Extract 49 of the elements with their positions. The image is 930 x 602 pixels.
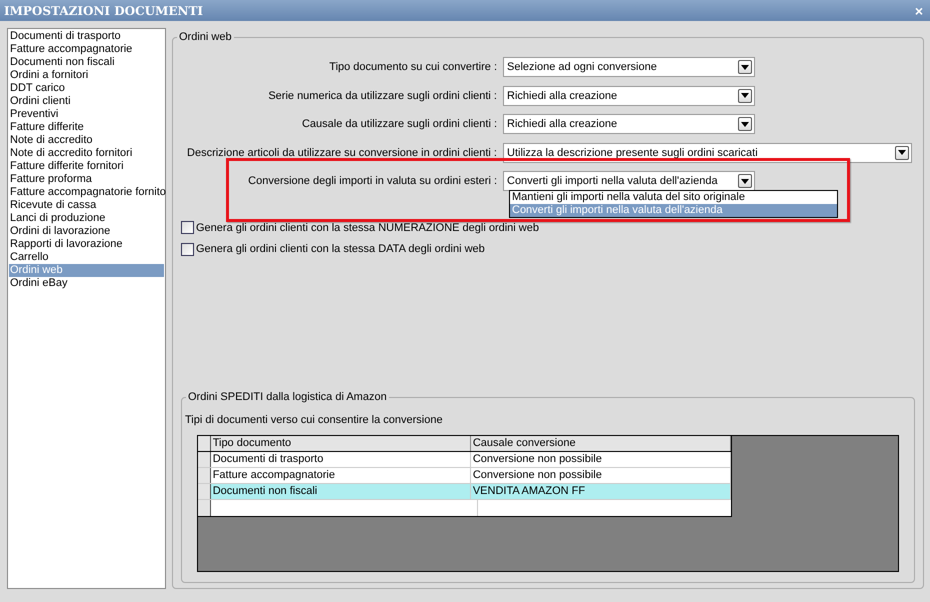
sidebar-item[interactable]: Lanci di produzione xyxy=(9,212,164,225)
row-indicator xyxy=(198,468,211,483)
table-cell: VENDITA AMAZON FF xyxy=(470,484,731,499)
checkbox[interactable] xyxy=(181,242,194,256)
sidebar-item[interactable]: DDT carico xyxy=(9,82,164,95)
sidebar-item[interactable]: Carrello xyxy=(9,251,164,264)
checkbox[interactable] xyxy=(181,221,194,234)
row-indicator xyxy=(198,484,211,499)
column-header: Tipo documento xyxy=(210,436,471,451)
field-label: Causale da utilizzare sugli ordini clienti : xyxy=(300,117,498,132)
dropdown-field[interactable]: Selezione ad ogni conversione xyxy=(503,57,755,78)
sidebar-item[interactable]: Preventivi xyxy=(9,108,164,121)
dropdown-field[interactable]: Converti gli importi nella valuta dell'azienda xyxy=(503,171,755,192)
field-label: Tipo documento su cui convertire : xyxy=(328,60,498,75)
table-cell: Conversione non possibile xyxy=(470,452,731,467)
table-cell: Documenti non fiscali xyxy=(210,484,471,499)
group-title: Ordini SPEDITI dalla logistica di Amazon xyxy=(186,390,389,404)
sidebar-item[interactable]: Fatture proforma xyxy=(9,173,164,186)
column-header: Causale conversione xyxy=(470,436,731,451)
sidebar-item[interactable]: Fatture differite xyxy=(9,121,164,134)
checkbox-label: Genera gli ordini clienti con la stessa NUMERAZIONE degli ordini web xyxy=(196,220,539,236)
table-cell: Fatture accompagnatorie xyxy=(210,468,471,483)
sidebar-item[interactable]: Fatture accompagnatorie xyxy=(9,43,164,56)
sidebar-item[interactable]: Rapporti di lavorazione xyxy=(9,238,164,251)
dropdown-option[interactable]: Mantieni gli importi nella valuta del sito originale xyxy=(510,191,837,204)
table-row[interactable]: Documenti non fiscali VENDITA AMAZON FF xyxy=(198,484,731,500)
sidebar-item[interactable]: Ricevute di cassa xyxy=(9,199,164,212)
sidebar-item[interactable]: Note di accredito xyxy=(9,134,164,147)
sidebar-item[interactable]: Ordini eBay xyxy=(9,277,164,290)
table-cell: Conversione non possibile xyxy=(470,468,731,483)
sidebar-item[interactable]: Documenti non fiscali xyxy=(9,56,164,69)
sidebar-item[interactable]: Documenti di trasporto xyxy=(9,30,164,43)
row-indicator xyxy=(198,500,211,516)
sidebar-item[interactable]: Fatture differite fornitori xyxy=(9,160,164,173)
field-label: Serie numerica da utilizzare sugli ordini clienti : xyxy=(267,88,498,104)
table-row[interactable]: Documenti di trasporto Conversione non possibile xyxy=(198,452,731,468)
sidebar-item[interactable]: Ordini clienti xyxy=(9,95,164,108)
field-label: Conversione degli importi in valuta su ordini esteri : xyxy=(247,174,498,189)
dropdown-field[interactable]: Richiedi alla creazione xyxy=(503,86,755,106)
window-title: IMPOSTAZIONI DOCUMENTI xyxy=(4,2,204,20)
field-label: Descrizione articoli da utilizzare su conversione in ordini clienti : xyxy=(186,146,498,160)
sidebar-item[interactable]: Ordini a fornitori xyxy=(9,69,164,82)
checkbox-label: Genera gli ordini clienti con la stessa DATA degli ordini web xyxy=(196,242,485,257)
dropdown-field[interactable]: Richiedi alla creazione xyxy=(503,114,755,134)
caption-text: Tipi di documenti verso cui consentire la conversione xyxy=(185,413,444,427)
sidebar-item[interactable]: Ordini di lavorazione xyxy=(9,225,164,238)
table-cell: Documenti di trasporto xyxy=(210,452,471,467)
sidebar-item[interactable]: Note di accredito fornitori xyxy=(9,147,164,160)
sidebar-item[interactable]: Fatture accompagnatorie fornito xyxy=(9,186,164,199)
